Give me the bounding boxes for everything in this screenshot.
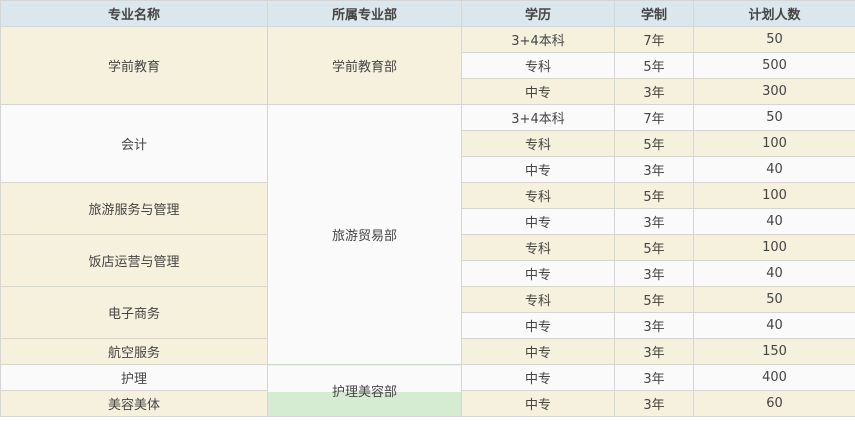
education-cell: 中专 (461, 208, 615, 235)
years-cell: 5年 (614, 234, 694, 261)
major-cell: 学前教育 (0, 26, 268, 105)
years-cell: 3年 (614, 390, 694, 417)
major-cell: 航空服务 (0, 338, 268, 365)
years-cell: 3年 (614, 364, 694, 391)
count-cell: 40 (693, 156, 855, 183)
education-cell: 专科 (461, 182, 615, 209)
education-cell: 中专 (461, 156, 615, 183)
table-row: 会计 旅游贸易部 3+4本科 7年 50 (0, 104, 855, 365)
count-cell: 40 (693, 208, 855, 235)
header-department: 所属专业部 (267, 0, 462, 27)
header-count: 计划人数 (693, 0, 855, 27)
department-cell: 旅游贸易部 (267, 104, 462, 365)
years-cell: 3年 (614, 338, 694, 365)
education-cell: 中专 (461, 364, 615, 391)
education-cell: 中专 (461, 390, 615, 417)
major-cell: 护理 (0, 364, 268, 391)
table-row: 学前教育 学前教育部 3+4本科 7年 50 (0, 26, 855, 105)
count-cell: 40 (693, 312, 855, 339)
header-years: 学制 (614, 0, 694, 27)
count-cell: 100 (693, 130, 855, 157)
years-cell: 3年 (614, 208, 694, 235)
education-cell: 中专 (461, 338, 615, 365)
education-cell: 中专 (461, 78, 615, 105)
major-cell: 饭店运营与管理 (0, 234, 268, 287)
count-cell: 300 (693, 78, 855, 105)
education-cell: 中专 (461, 260, 615, 287)
department-cell: 护理美容部 (267, 364, 462, 417)
education-cell: 专科 (461, 234, 615, 261)
years-cell: 3年 (614, 156, 694, 183)
header-major: 专业名称 (0, 0, 268, 27)
table-row: 护理 护理美容部 中专 3年 400 (0, 364, 855, 417)
education-cell: 3+4本科 (461, 104, 615, 131)
count-cell: 500 (693, 52, 855, 79)
department-cell: 学前教育部 (267, 26, 462, 105)
count-cell: 50 (693, 104, 855, 131)
count-cell: 50 (693, 26, 855, 53)
count-cell: 40 (693, 260, 855, 287)
years-cell: 3年 (614, 312, 694, 339)
years-cell: 7年 (614, 26, 694, 53)
education-cell: 中专 (461, 312, 615, 339)
major-cell: 会计 (0, 104, 268, 183)
count-cell: 100 (693, 182, 855, 209)
years-cell: 3年 (614, 78, 694, 105)
count-cell: 100 (693, 234, 855, 261)
table-header-row: 专业名称 所属专业部 学历 学制 计划人数 (0, 0, 855, 27)
years-cell: 7年 (614, 104, 694, 131)
education-cell: 专科 (461, 286, 615, 313)
count-cell: 50 (693, 286, 855, 313)
major-cell: 旅游服务与管理 (0, 182, 268, 235)
count-cell: 400 (693, 364, 855, 391)
major-cell: 美容美体 (0, 390, 268, 417)
header-education: 学历 (461, 0, 615, 27)
count-cell: 60 (693, 390, 855, 417)
years-cell: 5年 (614, 130, 694, 157)
education-cell: 3+4本科 (461, 26, 615, 53)
years-cell: 3年 (614, 260, 694, 287)
education-cell: 专科 (461, 52, 615, 79)
major-cell: 电子商务 (0, 286, 268, 339)
count-cell: 150 (693, 338, 855, 365)
years-cell: 5年 (614, 52, 694, 79)
years-cell: 5年 (614, 182, 694, 209)
education-cell: 专科 (461, 130, 615, 157)
enrollment-plan-table: 专业名称 所属专业部 学历 学制 计划人数 学前教育 学前教育部 3+4本科 7… (0, 0, 855, 417)
years-cell: 5年 (614, 286, 694, 313)
